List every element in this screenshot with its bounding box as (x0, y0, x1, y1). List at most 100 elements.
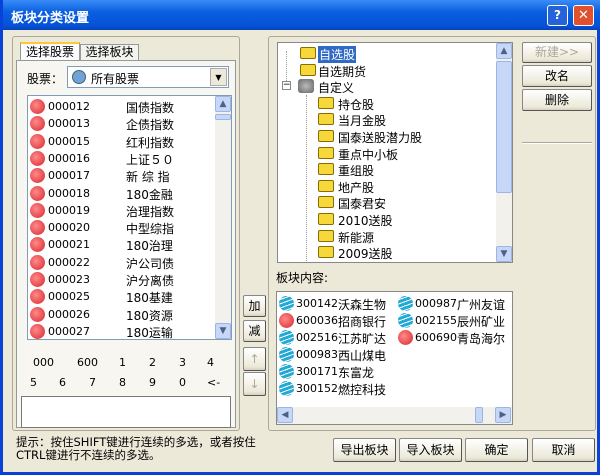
ok-button[interactable]: 确定 (465, 438, 528, 462)
stock-row[interactable]: 000022 沪公司债 (28, 254, 218, 271)
help-button[interactable]: ? (547, 5, 568, 26)
chevron-down-icon[interactable]: ▼ (210, 68, 227, 86)
tree-item[interactable]: 国泰送股潜力股 (338, 129, 422, 146)
keypad-key[interactable]: 3 (179, 356, 186, 369)
stock-list[interactable]: 000012 国债指数 000013 企债指数 000015 红利指数 000016 上证５０… (27, 95, 232, 340)
block-stock-item[interactable]: 300142 沃森生物 (277, 295, 395, 312)
stock-row[interactable]: 000019 治理指数 (28, 202, 218, 219)
stock-row[interactable]: 000016 上证５０ (28, 150, 218, 167)
remove-button[interactable]: 减 (243, 320, 266, 342)
stock-category-select[interactable]: 所有股票 ▼ (67, 66, 229, 88)
keypad-key[interactable]: 7 (89, 376, 96, 389)
keypad-key[interactable]: 8 (119, 376, 126, 389)
stock-name: 180治理 (126, 239, 173, 254)
export-block-button[interactable]: 导出板块 (333, 438, 396, 462)
add-button[interactable]: 加 (243, 295, 266, 317)
tree-item[interactable]: 持仓股 (338, 96, 374, 113)
tree-group[interactable]: 自定义 (318, 79, 354, 96)
keypad-key[interactable]: 4 (207, 356, 214, 369)
stock-row[interactable]: 000018 180金融 (28, 185, 218, 202)
tree-item[interactable]: 国泰君安 (338, 195, 386, 212)
content-hscrollbar[interactable]: ◀ ▶ (277, 407, 512, 424)
stock-row[interactable]: 000026 180资源 (28, 306, 218, 323)
scroll-thumb[interactable] (496, 61, 512, 193)
block-folder-icon (318, 213, 334, 225)
keypad-key[interactable]: 9 (149, 376, 156, 389)
keypad-key[interactable]: 0 (179, 376, 186, 389)
sh-market-icon (30, 168, 45, 184)
stock-code: 000025 (48, 290, 90, 304)
block-stock-item[interactable]: 000983 西山煤电 (277, 346, 395, 363)
block-folder-icon (318, 179, 334, 192)
block-stock-item[interactable]: 000987 广州友谊 (396, 295, 514, 312)
keypad-key[interactable]: 5 (30, 376, 37, 389)
block-content-list[interactable]: 300142 沃森生物 600036 招商银行 002516 江苏旷达 000983 西山煤电… (276, 291, 513, 425)
scroll-down-icon[interactable]: ▼ (496, 246, 512, 262)
stock-name: 广州友谊 (457, 298, 506, 312)
stock-row[interactable]: 000027 180运输 (28, 323, 218, 339)
tree-item[interactable]: 2009送股 (338, 245, 393, 262)
stock-name: 治理指数 (126, 204, 175, 219)
block-stock-item[interactable]: 600036 招商银行 (277, 312, 395, 329)
keypad-key[interactable]: 000 (33, 356, 54, 369)
tab-select-stock[interactable]: 选择股票 (20, 42, 80, 61)
tree-scrollbar[interactable]: ▲ ▼ (496, 43, 512, 262)
stock-code: 300142 (296, 297, 338, 310)
new-block-button[interactable]: 新建>> (522, 42, 592, 63)
block-tree[interactable]: 自选股 自选期货 − 自定义 持仓股 当月金股 国泰送股潜力股 重点中小板 重组股 地产股 国泰君安… (277, 42, 513, 263)
keypad-key[interactable]: 6 (59, 376, 66, 389)
block-stock-item[interactable]: 002516 江苏旷达 (277, 329, 395, 346)
rename-button[interactable]: 改名 (522, 65, 592, 87)
close-button[interactable]: ✕ (573, 5, 594, 26)
window-title: 板块分类设置 (11, 11, 90, 26)
stock-name: 招商银行 (338, 315, 387, 329)
stock-name: 江苏旷达 (338, 332, 387, 346)
scroll-up-icon[interactable]: ▲ (496, 43, 512, 59)
group-icon (298, 79, 314, 94)
keypad-key[interactable]: 1 (119, 356, 126, 369)
sz-market-icon (279, 330, 294, 345)
cancel-button[interactable]: 取消 (532, 438, 595, 462)
stock-row[interactable]: 000020 中型综指 (28, 219, 218, 236)
keypad-key[interactable]: 600 (77, 356, 98, 369)
move-up-button[interactable]: ↑ (243, 347, 266, 371)
stock-name: 180基建 (126, 291, 173, 306)
delete-button[interactable]: 删除 (522, 89, 592, 111)
scroll-left-icon[interactable]: ◀ (277, 407, 293, 423)
tree-item[interactable]: 持有股票 (338, 262, 386, 263)
scroll-right-icon[interactable]: ▶ (495, 407, 511, 423)
tree-item[interactable]: 重点中小板 (338, 146, 398, 163)
keypad-key[interactable]: <- (207, 376, 220, 389)
tree-item[interactable]: 新能源 (338, 229, 374, 246)
tree-item[interactable]: 重组股 (338, 162, 374, 179)
block-stock-item[interactable]: 002155 辰州矿业 (396, 312, 514, 329)
collapse-icon[interactable]: − (282, 81, 291, 91)
stock-row[interactable]: 000012 国债指数 (28, 98, 218, 115)
tree-item[interactable]: 自选期货 (318, 63, 366, 80)
tree-item[interactable]: 当月金股 (338, 112, 386, 129)
stock-list-scrollbar[interactable]: ▲ ▼ (215, 96, 231, 339)
block-stock-item[interactable]: 600690 青岛海尔 (396, 329, 514, 346)
keypad-key[interactable]: 2 (149, 356, 156, 369)
scroll-thumb[interactable] (475, 407, 483, 423)
tree-item[interactable]: 2010送股 (338, 212, 393, 229)
import-block-button[interactable]: 导入板块 (399, 438, 462, 462)
stock-row[interactable]: 000013 企债指数 (28, 115, 218, 132)
stock-row[interactable]: 000017 新 综 指 (28, 167, 218, 184)
tree-item[interactable]: 地产股 (338, 179, 374, 196)
scroll-thumb[interactable] (215, 114, 231, 120)
tree-item[interactable]: 自选股 (318, 46, 357, 63)
scroll-up-icon[interactable]: ▲ (215, 96, 231, 112)
block-stock-item[interactable]: 300171 东富龙 (277, 363, 395, 380)
stock-name: 青岛海尔 (457, 332, 506, 346)
tab-select-block[interactable]: 选择板块 (80, 44, 139, 61)
stock-row[interactable]: 000021 180治理 (28, 236, 218, 253)
scroll-down-icon[interactable]: ▼ (215, 323, 231, 339)
block-stock-item[interactable]: 300152 燃控科技 (277, 380, 395, 397)
stock-row[interactable]: 000023 沪分离债 (28, 271, 218, 288)
stock-row[interactable]: 000025 180基建 (28, 288, 218, 305)
stock-row[interactable]: 000015 红利指数 (28, 133, 218, 150)
move-down-button[interactable]: ↓ (243, 372, 266, 396)
code-input[interactable] (21, 396, 231, 428)
stock-code: 000021 (48, 238, 90, 252)
